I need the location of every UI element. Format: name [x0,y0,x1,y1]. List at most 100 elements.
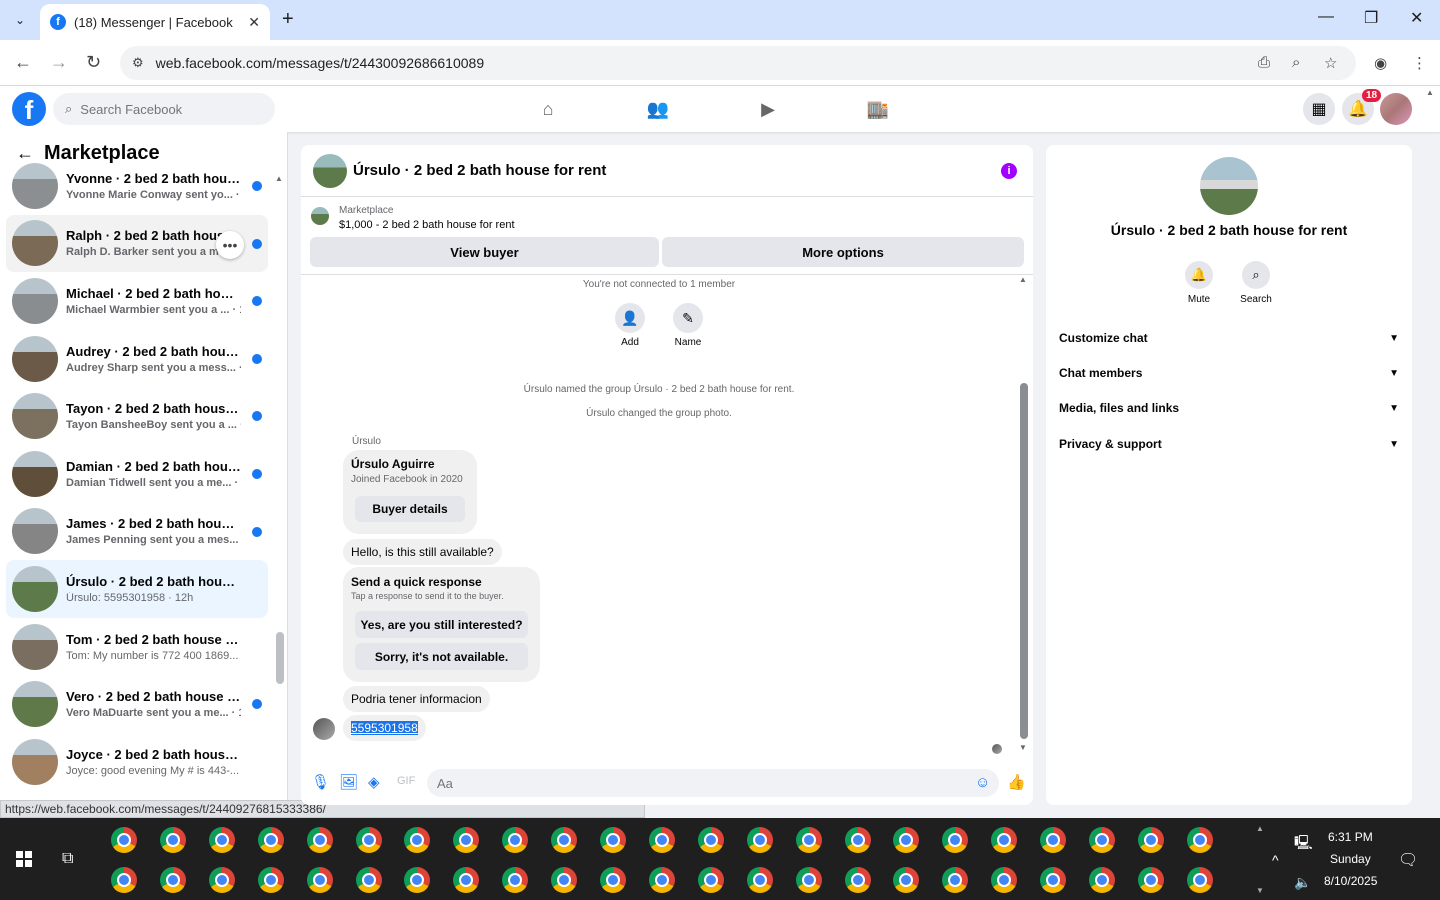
chrome-taskbar-icon[interactable] [404,827,431,853]
facebook-search[interactable]: ⌕ [53,93,275,125]
search-chat-icon[interactable]: ⌕ [1242,261,1270,289]
chrome-taskbar-icon[interactable] [697,867,724,893]
chrome-taskbar-icon[interactable] [648,867,675,893]
conversation-item[interactable]: Michael · 2 bed 2 bath house ... Michael … [6,272,268,330]
chrome-taskbar-icon[interactable] [942,867,969,893]
tray-overflow-icon[interactable]: ^ [1272,852,1279,868]
taskbar-scroll-up-icon[interactable]: ▲ [1256,824,1264,833]
phone-number-text[interactable]: 5595301958 [351,721,418,735]
chrome-taskbar-icon[interactable] [1040,827,1067,853]
chrome-taskbar-icon[interactable] [111,867,137,893]
mute-bell-icon[interactable]: 🔔 [1185,261,1213,289]
chrome-taskbar-icon[interactable] [306,867,333,893]
chrome-taskbar-icon[interactable] [257,827,284,853]
chrome-taskbar-icon[interactable] [453,867,480,893]
message-input[interactable] [437,775,957,791]
chrome-taskbar-icon[interactable] [600,867,626,893]
volume-icon[interactable]: 🔈 [1294,874,1311,891]
conversation-item[interactable]: Tayon · 2 bed 2 bath house fo... Tayon Ba… [6,387,268,445]
chrome-taskbar-icon[interactable] [942,827,969,853]
back-icon[interactable]: ← [14,52,32,73]
photo-icon[interactable]: 🖼 [339,773,358,791]
page-scroll-up-icon[interactable]: ▲ [1426,88,1434,97]
chrome-taskbar-icon[interactable] [355,827,382,853]
minimize-icon[interactable]: — [1318,8,1334,26]
chrome-taskbar-icon[interactable] [697,827,724,853]
home-icon[interactable]: ⌂ [536,98,560,120]
chrome-taskbar-icon[interactable] [306,827,333,853]
chrome-taskbar-icon[interactable] [1137,827,1164,853]
profile-icon[interactable]: ◉ [1374,54,1387,72]
chrome-taskbar-icon[interactable] [453,827,480,853]
chrome-taskbar-icon[interactable] [746,867,773,893]
marketplace-icon[interactable]: 🏬 [866,98,890,120]
chat-avatar[interactable] [313,153,347,188]
chrome-taskbar-icon[interactable] [746,827,773,853]
chrome-taskbar-icon[interactable] [208,867,235,893]
sticker-icon[interactable]: ◈ [368,773,380,791]
sender-avatar[interactable] [313,718,335,740]
chat-scrollbar[interactable] [1020,383,1028,739]
chrome-taskbar-icon[interactable] [1137,867,1164,893]
chrome-taskbar-icon[interactable] [795,827,822,853]
list-scroll-up-icon[interactable]: ▲ [275,174,283,183]
chrome-taskbar-icon[interactable] [600,827,626,853]
account-avatar[interactable] [1380,93,1412,125]
media-files-links-row[interactable]: Media, files and links ▼ [1059,398,1399,418]
conversation-item[interactable]: James · 2 bed 2 bath house fo... James Pe… [6,503,268,561]
gif-icon[interactable]: GIF [397,775,415,787]
message-input-box[interactable] [427,769,999,797]
quick-reply-not-available-button[interactable]: Sorry, it's not available. [355,643,528,670]
edit-name-icon[interactable]: ✎ [673,303,703,333]
search-input[interactable] [80,101,251,117]
maximize-icon[interactable]: ❐ [1364,8,1378,28]
browser-tab[interactable]: f (18) Messenger | Facebook ✕ [40,4,270,40]
chrome-taskbar-icon[interactable] [111,827,137,853]
reload-icon[interactable]: ↻ [86,52,101,73]
chrome-taskbar-icon[interactable] [1186,827,1213,853]
chrome-taskbar-icon[interactable] [844,867,871,893]
url-text[interactable]: web.facebook.com/messages/t/244300926866… [156,55,484,71]
clock-time[interactable]: 6:31 PM [1328,830,1373,844]
chrome-taskbar-icon[interactable] [257,867,284,893]
list-scrollbar[interactable] [276,632,284,684]
like-icon[interactable]: 👍 [1007,773,1026,791]
chrome-taskbar-icon[interactable] [404,867,431,893]
omnibox[interactable]: ⚙ web.facebook.com/messages/t/2443009268… [120,46,1356,80]
chrome-taskbar-icon[interactable] [893,827,920,853]
chrome-taskbar-icon[interactable] [991,867,1018,893]
video-icon[interactable]: ▶ [756,98,780,120]
tab-close-icon[interactable]: ✕ [248,14,260,31]
conversation-item[interactable]: Ralph · 2 bed 2 bath house f... Ralph D. … [6,214,268,273]
install-app-icon[interactable]: ⎙ [1258,54,1270,71]
chrome-taskbar-icon[interactable] [648,827,675,853]
chrome-taskbar-icon[interactable] [1186,867,1213,893]
chrome-taskbar-icon[interactable] [159,867,186,893]
bookmark-star-icon[interactable]: ☆ [1324,54,1337,72]
chrome-taskbar-icon[interactable] [159,827,186,853]
network-icon[interactable]: 🖳 [1294,832,1313,856]
clock-date[interactable]: 8/10/2025 [1324,874,1377,888]
conversation-item[interactable]: Joyce · 2 bed 2 bath house for r... Joyce… [6,733,268,791]
chrome-taskbar-icon[interactable] [844,827,871,853]
browser-menu-icon[interactable]: ⋮ [1412,54,1427,72]
taskbar-scroll-down-icon[interactable]: ▼ [1256,886,1264,895]
conversation-item[interactable]: Yvonne · 2 bed 2 bath house f... Yvonne M… [6,157,268,215]
buyer-details-button[interactable]: Buyer details [355,496,465,522]
message-bubble[interactable]: Hello, is this still available? [343,539,502,565]
menu-grid-icon[interactable]: ▦ [1303,93,1335,125]
microphone-icon[interactable]: 🎙 [311,773,330,791]
window-close-icon[interactable]: ✕ [1410,8,1423,28]
conversation-item[interactable]: Vero · 2 bed 2 bath house for ... Vero Ma… [6,675,268,733]
forward-icon[interactable]: → [50,52,68,73]
friends-icon[interactable]: 👥 [646,98,670,120]
info-icon[interactable]: i [1001,163,1017,179]
view-buyer-button[interactable]: View buyer [310,237,659,267]
notification-center-icon[interactable]: 🗨 [1398,850,1418,870]
chrome-taskbar-icon[interactable] [1089,867,1115,893]
chrome-taskbar-icon[interactable] [208,827,235,853]
chat-info-avatar[interactable] [1200,157,1258,215]
message-bubble[interactable]: 5595301958 [343,715,426,741]
conversation-item[interactable]: Tom · 2 bed 2 bath house for rent Tom: My… [6,618,268,676]
conversation-item[interactable]: Úrsulo · 2 bed 2 bath house for ... Úrsul… [6,560,268,618]
